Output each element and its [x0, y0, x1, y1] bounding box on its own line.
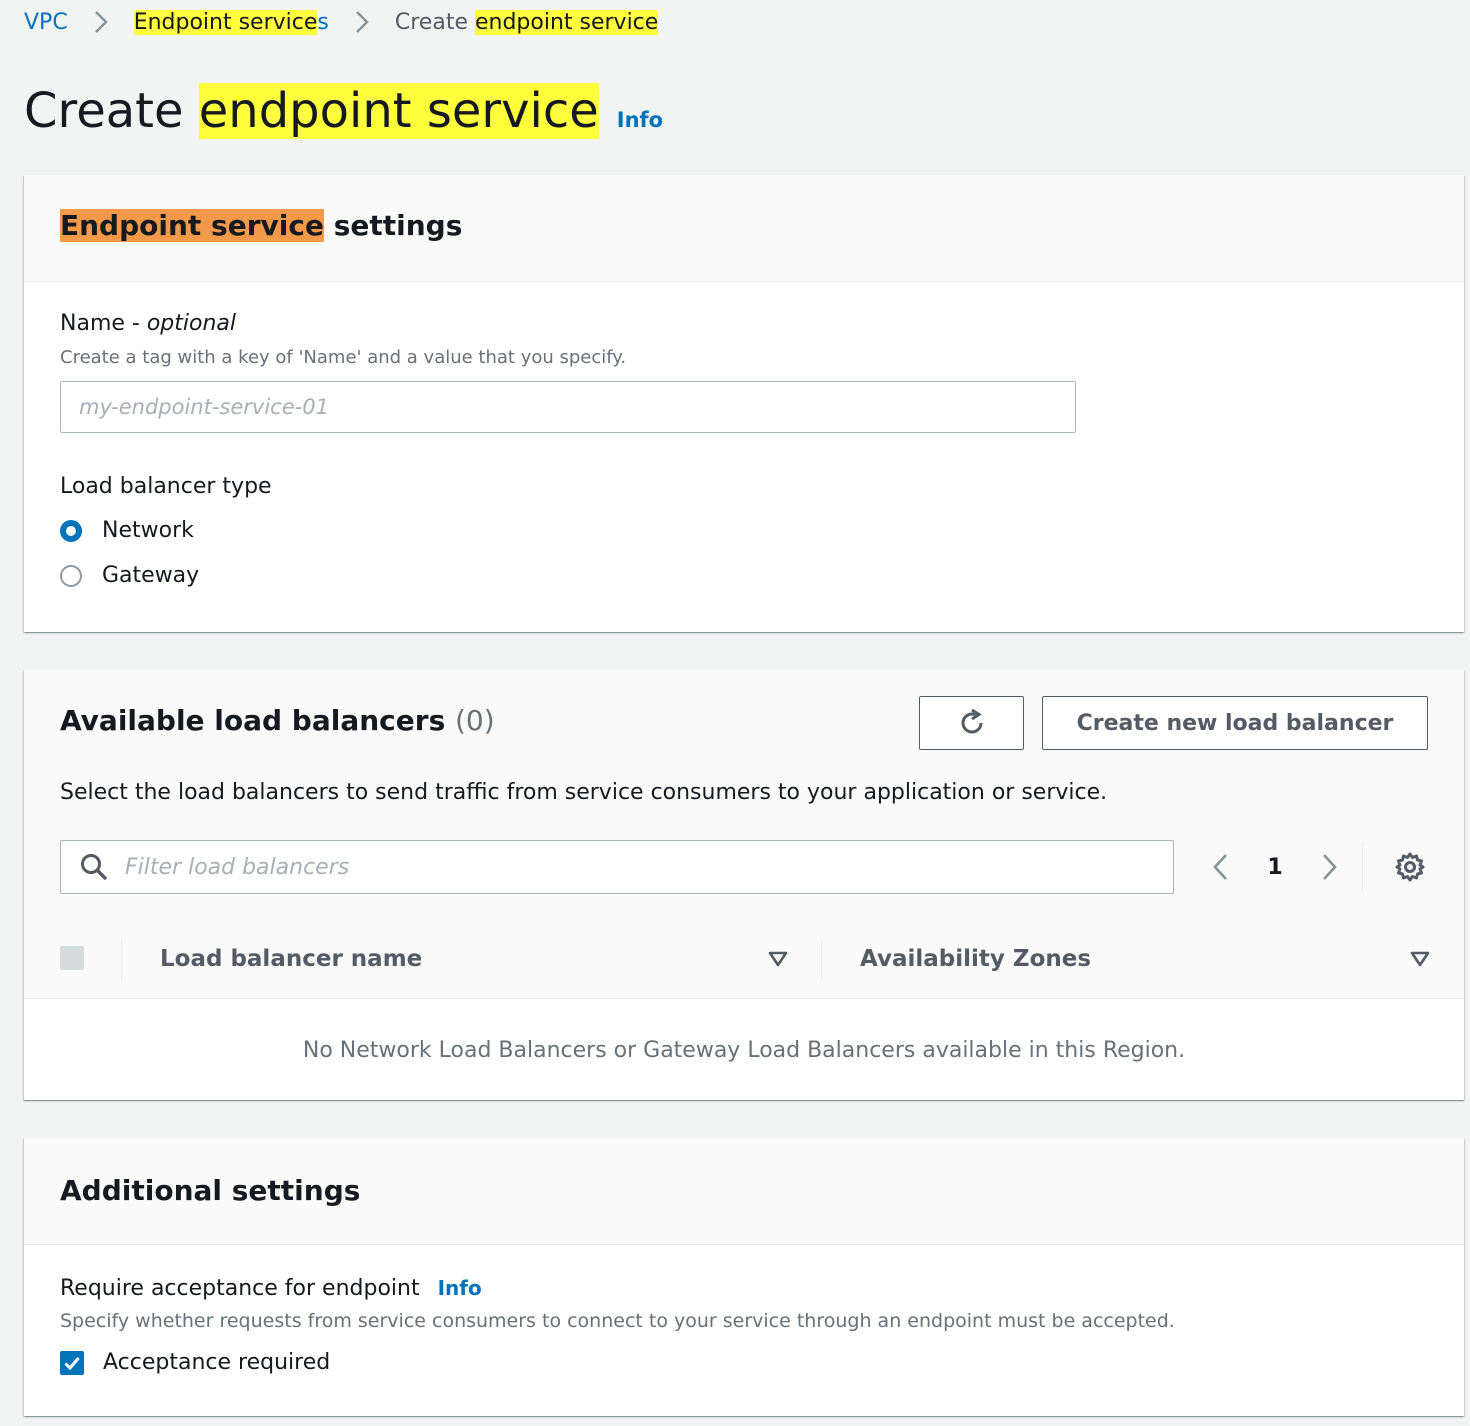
acceptance-required-checkbox[interactable] — [60, 1350, 84, 1375]
page-info-link[interactable]: Info — [617, 108, 663, 132]
name-label-optional: optional — [146, 311, 237, 336]
load-balancers-description: Select the load balancers to send traffi… — [60, 780, 1108, 805]
previous-page-button[interactable] — [1204, 852, 1236, 882]
chevron-right-icon — [88, 10, 114, 34]
name-label-text: Name - — [60, 311, 147, 336]
settings-gear-icon[interactable] — [1394, 851, 1426, 883]
radio-network-button[interactable] — [60, 519, 82, 542]
radio-gateway[interactable]: Gateway — [60, 563, 199, 588]
available-load-balancers-panel: Available load balancers (0) Create new … — [24, 670, 1464, 1100]
empty-table-message: No Network Load Balancers or Gateway Loa… — [302, 1038, 1186, 1063]
page-title-highlight: endpoint service — [198, 83, 599, 139]
current-page-number[interactable]: 1 — [1254, 855, 1296, 880]
settings-panel-header: Endpoint service settings — [24, 175, 1464, 282]
name-label: Name - optional — [60, 311, 236, 336]
load-balancer-type-label: Load balancer type — [60, 474, 272, 499]
name-input[interactable] — [60, 381, 1076, 433]
chevron-right-icon — [1323, 854, 1337, 880]
acceptance-required-label: Acceptance required — [103, 1350, 331, 1375]
refresh-button[interactable] — [919, 696, 1024, 750]
filter-input[interactable] — [123, 853, 1173, 881]
next-page-button[interactable] — [1314, 852, 1346, 882]
settings-panel-title: Endpoint service settings — [60, 209, 462, 242]
radio-gateway-label: Gateway — [102, 563, 200, 588]
page-header: Create endpoint service Info — [24, 80, 663, 142]
breadcrumb-endpoint-services-highlight: Endpoint service — [133, 9, 318, 35]
page-title-prefix: Create — [24, 83, 199, 139]
load-balancers-count: (0) — [454, 704, 495, 737]
radio-gateway-button[interactable] — [60, 564, 82, 587]
acceptance-label: Require acceptance for endpoint — [60, 1276, 420, 1301]
acceptance-label-row: Require acceptance for endpoint Info — [60, 1276, 482, 1301]
acceptance-description: Specify whether requests from service co… — [60, 1310, 1175, 1332]
column-header-availability-zones[interactable]: Availability Zones — [860, 946, 1091, 972]
load-balancers-panel-header: Available load balancers (0) Create new … — [24, 670, 1464, 924]
breadcrumb-current-highlight: endpoint service — [474, 9, 659, 35]
refresh-icon — [961, 708, 982, 734]
breadcrumb-endpoint-services-suffix: s — [317, 9, 329, 35]
pagination: 1 — [1204, 842, 1346, 892]
sort-down-icon[interactable] — [1409, 950, 1431, 968]
load-balancers-panel-title: Available load balancers (0) — [60, 704, 495, 737]
acceptance-required-checkbox-row[interactable]: Acceptance required — [60, 1350, 330, 1375]
chevron-left-icon — [1213, 854, 1227, 880]
radio-network[interactable]: Network — [60, 518, 194, 543]
load-balancers-title-text: Available load balancers — [60, 704, 446, 737]
table-header: Load balancer name Availability Zones — [24, 922, 1464, 999]
sort-down-icon[interactable] — [767, 950, 789, 968]
breadcrumb-current-prefix: Create — [394, 9, 475, 35]
checkmark-icon — [64, 1356, 80, 1370]
settings-title-rest: settings — [323, 209, 463, 242]
filter-box[interactable] — [60, 840, 1174, 894]
pagination-divider — [1362, 842, 1363, 892]
additional-panel-header: Additional settings — [24, 1138, 1464, 1245]
select-all-checkbox — [60, 946, 84, 970]
chevron-right-icon — [349, 10, 375, 34]
page-title: Create endpoint service — [24, 80, 599, 142]
radio-network-label: Network — [102, 518, 194, 543]
additional-panel-title: Additional settings — [60, 1174, 361, 1207]
settings-title-highlight: Endpoint service — [60, 209, 324, 242]
acceptance-info-link[interactable]: Info — [438, 1276, 482, 1300]
breadcrumb: VPC Endpoint services Create endpoint se… — [24, 6, 659, 38]
name-description: Create a tag with a key of 'Name' and a … — [60, 347, 627, 368]
search-icon — [81, 854, 107, 880]
column-separator — [121, 940, 122, 980]
additional-settings-panel: Additional settings Require acceptance f… — [24, 1138, 1464, 1416]
endpoint-service-settings-panel: Endpoint service settings Name - optiona… — [24, 175, 1464, 632]
column-header-load-balancer-name[interactable]: Load balancer name — [160, 946, 422, 972]
breadcrumb-endpoint-services-link[interactable]: Endpoint services — [133, 9, 329, 35]
create-new-load-balancer-button[interactable]: Create new load balancer — [1042, 696, 1428, 750]
breadcrumb-vpc-link[interactable]: VPC — [24, 10, 68, 35]
breadcrumb-current: Create endpoint service — [394, 9, 659, 35]
column-separator — [821, 940, 822, 980]
